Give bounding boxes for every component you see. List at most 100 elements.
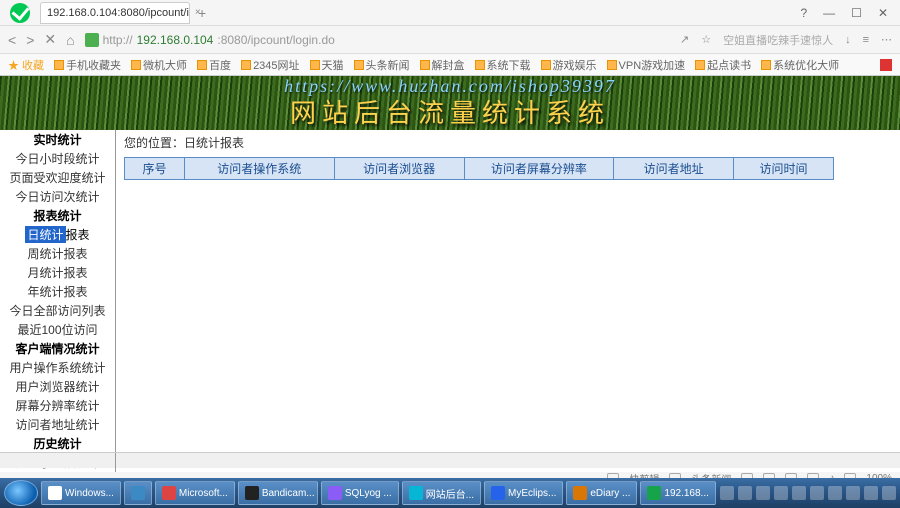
app-icon <box>491 486 505 500</box>
bookmark-icon <box>310 60 320 70</box>
nav-back-button[interactable]: < <box>8 32 16 48</box>
tray-icon[interactable] <box>738 486 752 500</box>
th-browser[interactable]: 访问者浏览器 <box>334 158 464 180</box>
sidebar-item[interactable]: 用户操作系统统计 <box>0 358 115 377</box>
share-icon[interactable]: ↗ <box>680 33 689 46</box>
bookmark-item[interactable]: 头条新闻 <box>354 57 410 73</box>
bookmark-item[interactable]: 游戏娱乐 <box>541 57 597 73</box>
sidebar-item-selected[interactable]: 日统计报表 <box>0 225 115 244</box>
url-path: :8080/ipcount/login.do <box>217 33 334 47</box>
sidebar-item[interactable]: 年统计报表 <box>0 282 115 301</box>
browser-tab[interactable]: 192.168.0.104:8080/ipcount/i × <box>40 2 190 24</box>
start-button[interactable] <box>4 480 38 506</box>
menu-icon[interactable]: ≡ <box>863 34 869 46</box>
taskbar-item[interactable] <box>124 481 152 505</box>
sidebar-item[interactable]: 今日小时段统计 <box>0 149 115 168</box>
tray-icon[interactable] <box>810 486 824 500</box>
app-icon <box>647 486 661 500</box>
th-index[interactable]: 序号 <box>125 158 185 180</box>
taskbar-item[interactable]: Microsoft... <box>155 481 235 505</box>
breadcrumb: 您的位置：日统计报表 <box>124 134 892 151</box>
bookmark-item[interactable]: 系统下载 <box>475 57 531 73</box>
address-bar: < > ✕ ⌂ http://192.168.0.104:8080/ipcoun… <box>0 26 900 54</box>
tab-title: 192.168.0.104:8080/ipcount/i <box>47 7 189 19</box>
tray-icon[interactable] <box>720 486 734 500</box>
more-icon[interactable]: ⋯ <box>881 33 892 46</box>
sidebar-item[interactable]: 页面受欢迎度统计 <box>0 168 115 187</box>
bookmark-item[interactable]: 起点读书 <box>695 57 751 73</box>
system-tray[interactable] <box>720 486 896 500</box>
bookmark-item[interactable]: 百度 <box>197 57 231 73</box>
tray-icon[interactable] <box>756 486 770 500</box>
maximize-button[interactable]: ☐ <box>851 6 862 20</box>
record-icon[interactable] <box>880 59 892 71</box>
bookmark-item[interactable]: 微机大师 <box>131 57 187 73</box>
th-os[interactable]: 访问者操作系统 <box>184 158 334 180</box>
tray-icon[interactable] <box>846 486 860 500</box>
app-icon <box>409 486 423 500</box>
report-table: 序号 访问者操作系统 访问者浏览器 访问者屏幕分辨率 访问者地址 访问时间 <box>124 157 834 180</box>
bookmark-icon <box>541 60 551 70</box>
bookmark-item[interactable]: 天猫 <box>310 57 344 73</box>
windows-taskbar: Windows... Microsoft... Bandicam... SQLy… <box>0 478 900 508</box>
sidebar-item[interactable]: 今日全部访问列表 <box>0 301 115 320</box>
banner-title: 网站后台流量统计系统 <box>290 93 610 130</box>
taskbar-item[interactable]: Windows... <box>41 481 121 505</box>
bookmark-item[interactable]: 手机收藏夹 <box>54 57 121 73</box>
bookmark-icon <box>761 60 771 70</box>
url-host: 192.168.0.104 <box>137 33 214 47</box>
minimize-button[interactable]: — <box>823 6 835 20</box>
sidebar-item[interactable]: 屏幕分辨率统计 <box>0 396 115 415</box>
sidebar-item[interactable]: 访问者地址统计 <box>0 415 115 434</box>
nav-forward-button[interactable]: > <box>26 32 34 48</box>
tray-icon[interactable] <box>828 486 842 500</box>
horizontal-scrollbar[interactable] <box>0 452 900 468</box>
sidebar-group-history: 历史统计 <box>0 434 115 453</box>
th-address[interactable]: 访问者地址 <box>614 158 734 180</box>
bookmark-item[interactable]: 系统优化大师 <box>761 57 839 73</box>
bookmark-item[interactable]: 2345网址 <box>241 57 299 73</box>
app-icon <box>131 486 145 500</box>
bookmark-icon <box>607 60 617 70</box>
sidebar-group-report: 报表统计 <box>0 206 115 225</box>
bookmark-item[interactable]: 解封盒 <box>420 57 465 73</box>
bookmark-icon <box>197 60 207 70</box>
bookmark-item[interactable]: VPN游戏加速 <box>607 57 686 73</box>
sidebar-item[interactable]: 用户浏览器统计 <box>0 377 115 396</box>
shield-icon <box>85 33 99 47</box>
app-icon <box>328 486 342 500</box>
nav-home-button[interactable]: ⌂ <box>66 32 74 48</box>
download-icon[interactable]: ↓ <box>845 34 851 46</box>
tray-icon[interactable] <box>774 486 788 500</box>
tray-icon[interactable] <box>792 486 806 500</box>
sidebar-item[interactable]: 今日访问次统计 <box>0 187 115 206</box>
bookmarks-bar: ★ 收藏 手机收藏夹 微机大师 百度 2345网址 天猫 头条新闻 解封盒 系统… <box>0 54 900 76</box>
taskbar-item[interactable]: 网站后台... <box>402 481 481 505</box>
folder-icon <box>54 60 64 70</box>
th-resolution[interactable]: 访问者屏幕分辨率 <box>464 158 614 180</box>
th-time[interactable]: 访问时间 <box>734 158 834 180</box>
app-icon <box>573 486 587 500</box>
fav-icon[interactable]: ☆ <box>701 33 711 46</box>
sidebar-item[interactable]: 周统计报表 <box>0 244 115 263</box>
taskbar-item[interactable]: SQLyog ... <box>321 481 399 505</box>
help-button[interactable]: ? <box>800 6 807 20</box>
bookmarks-fav[interactable]: ★ 收藏 <box>8 57 44 73</box>
sidebar-item[interactable]: 最近100位访问 <box>0 320 115 339</box>
app-icon <box>245 486 259 500</box>
taskbar-item[interactable]: MyEclips... <box>484 481 563 505</box>
taskbar-item[interactable]: Bandicam... <box>238 481 318 505</box>
bookmark-icon <box>420 60 430 70</box>
sidebar-group-client: 客户端情况统计 <box>0 339 115 358</box>
tray-icon[interactable] <box>882 486 896 500</box>
app-icon <box>48 486 62 500</box>
url-field[interactable]: http://192.168.0.104:8080/ipcount/login.… <box>85 33 465 47</box>
tray-icon[interactable] <box>864 486 878 500</box>
taskbar-item[interactable]: eDiary ... <box>566 481 637 505</box>
search-input[interactable]: 空姐直播吃辣手速惊人 <box>723 32 833 48</box>
nav-stop-button[interactable]: ✕ <box>44 31 56 48</box>
taskbar-item[interactable]: 192.168... <box>640 481 715 505</box>
new-tab-button[interactable]: + <box>198 5 206 21</box>
window-close-button[interactable]: ✕ <box>878 6 888 20</box>
sidebar-item[interactable]: 月统计报表 <box>0 263 115 282</box>
